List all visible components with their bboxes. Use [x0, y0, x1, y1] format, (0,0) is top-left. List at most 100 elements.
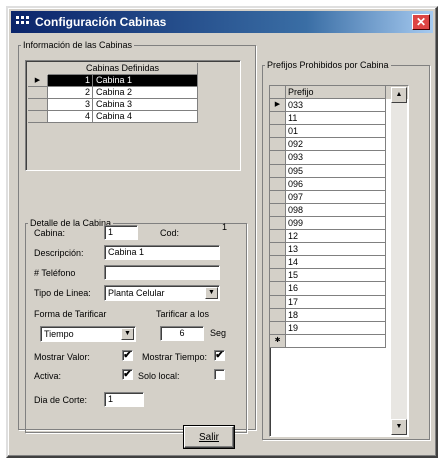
descripcion-label: Descripción:	[34, 248, 84, 258]
prefix-value: 033	[286, 99, 386, 113]
app-icon	[16, 16, 30, 28]
prefix-value: 092	[286, 138, 386, 152]
salir-button[interactable]: Salir	[184, 426, 234, 448]
prefix-value: 097	[286, 190, 386, 204]
row-pointer-icon: ▶	[270, 99, 286, 113]
info-group-legend: Información de las Cabinas	[23, 40, 133, 50]
forma-tarificar-value: Tiempo	[44, 329, 74, 339]
dia-corte-field[interactable]: 1	[104, 392, 144, 407]
cabina-name: Cabina 4	[93, 111, 198, 123]
solo-local-checkbox[interactable]	[214, 369, 225, 380]
prefix-value: 19	[286, 321, 386, 335]
prefix-grid[interactable]: Prefijo ▶ 033 11 01 092 093 095 096 097 098 099 12 1…	[269, 85, 409, 437]
prefix-grid-header-row: Prefijo	[270, 86, 408, 100]
row-indicator	[270, 308, 286, 322]
prefix-row[interactable]: 093	[270, 151, 408, 165]
prefix-value: 17	[286, 295, 386, 309]
cabinas-grid[interactable]: Cabinas Definidas ▶ 1 Cabina 1 2 Cabina …	[25, 60, 241, 171]
tipo-linea-select[interactable]: Planta Celular ▼	[104, 285, 220, 301]
mostrar-valor-checkbox[interactable]: ✔	[122, 350, 133, 361]
prefix-row[interactable]: 098	[270, 203, 408, 217]
row-indicator	[270, 125, 286, 139]
scroll-down-icon[interactable]: ▼	[391, 419, 407, 435]
row-indicator	[270, 256, 286, 270]
prefix-value: 13	[286, 243, 386, 257]
row-indicator	[28, 87, 48, 99]
chevron-down-icon[interactable]: ▼	[121, 328, 134, 340]
row-indicator	[270, 177, 286, 191]
prefix-row[interactable]: 19	[270, 321, 408, 335]
row-indicator	[270, 243, 286, 257]
row-indicator	[270, 295, 286, 309]
prefix-value	[286, 334, 386, 348]
chevron-down-icon[interactable]: ▼	[205, 287, 218, 299]
prefix-row[interactable]: 12	[270, 230, 408, 244]
prefix-value: 01	[286, 125, 386, 139]
detail-group-legend: Detalle de la Cabina	[30, 218, 112, 228]
cabina-name: Cabina 2	[93, 87, 198, 99]
tipo-linea-label: Tipo de Linea:	[34, 288, 91, 298]
scroll-up-icon[interactable]: ▲	[391, 87, 407, 103]
prefix-row[interactable]: 14	[270, 256, 408, 270]
cabina-row[interactable]: 2 Cabina 2	[28, 87, 198, 99]
prefix-value: 18	[286, 308, 386, 322]
row-indicator	[270, 282, 286, 296]
salir-button-label: Salir	[198, 432, 219, 443]
prefix-row[interactable]: 13	[270, 243, 408, 257]
prefix-row[interactable]: 17	[270, 295, 408, 309]
row-indicator	[270, 112, 286, 126]
row-indicator	[270, 164, 286, 178]
prefix-value: 099	[286, 216, 386, 231]
prefix-row[interactable]: 18	[270, 308, 408, 322]
window-title: Configuración Cabinas	[35, 15, 167, 29]
cod-label: Cod:	[160, 228, 180, 238]
descripcion-field[interactable]: Cabina 1	[104, 245, 220, 260]
row-indicator	[270, 138, 286, 152]
cod-value: 1	[222, 222, 228, 232]
prefix-row[interactable]: 16	[270, 282, 408, 296]
prefix-value: 15	[286, 269, 386, 283]
prefix-grid-header: Prefijo	[286, 86, 386, 100]
forma-tarificar-select[interactable]: Tiempo ▼	[40, 326, 136, 342]
row-indicator	[270, 230, 286, 244]
prefix-value: 095	[286, 164, 386, 178]
cabina-name: Cabina 3	[93, 99, 198, 111]
prefix-scrollbar[interactable]: ▲ ▼	[391, 87, 407, 435]
prefix-row[interactable]: 092	[270, 138, 408, 152]
prefix-row[interactable]: 099	[270, 216, 408, 231]
seg-label: Seg	[210, 328, 227, 338]
title-bar: Configuración Cabinas ✕	[11, 11, 433, 33]
prefix-row[interactable]: 097	[270, 190, 408, 204]
cabina-row[interactable]: ▶ 1 Cabina 1	[28, 75, 198, 87]
prefix-row[interactable]: 096	[270, 177, 408, 191]
cabina-row[interactable]: 3 Cabina 3	[28, 99, 198, 111]
prefix-value: 14	[286, 256, 386, 270]
mostrar-tiempo-checkbox[interactable]: ✔	[214, 350, 225, 361]
activa-label: Activa:	[34, 371, 62, 381]
prefix-group-legend: Prefijos Prohibidos por Cabina	[267, 60, 389, 70]
cabina-num: 1	[48, 75, 93, 87]
prefix-row[interactable]: 095	[270, 164, 408, 178]
prefix-value: 096	[286, 177, 386, 191]
prefix-value: 098	[286, 203, 386, 217]
prefix-row[interactable]: ▶ 033	[270, 99, 408, 113]
prefix-row[interactable]: 15	[270, 269, 408, 283]
tipo-linea-value: Planta Celular	[108, 288, 165, 298]
row-indicator	[28, 99, 48, 111]
row-indicator	[28, 111, 48, 123]
tarificar-a-field[interactable]: 6	[160, 326, 204, 341]
prefix-row[interactable]: ✱	[270, 334, 408, 348]
prefix-row[interactable]: 11	[270, 112, 408, 126]
activa-checkbox[interactable]: ✔	[122, 369, 133, 380]
cabina-row[interactable]: 4 Cabina 4	[28, 111, 198, 123]
prefix-row[interactable]: 01	[270, 125, 408, 139]
prefix-group: Prefijos Prohibidos por Cabina Prefijo ▶…	[262, 60, 430, 440]
cabina-num: 3	[48, 99, 93, 111]
close-button[interactable]: ✕	[412, 14, 430, 30]
mostrar-tiempo-label: Mostrar Tiempo:	[142, 352, 208, 362]
telefono-field[interactable]	[104, 265, 220, 280]
cabina-field[interactable]: 1	[104, 225, 138, 240]
mostrar-valor-label: Mostrar Valor:	[34, 352, 90, 362]
cabina-num: 2	[48, 87, 93, 99]
row-indicator	[270, 216, 286, 231]
